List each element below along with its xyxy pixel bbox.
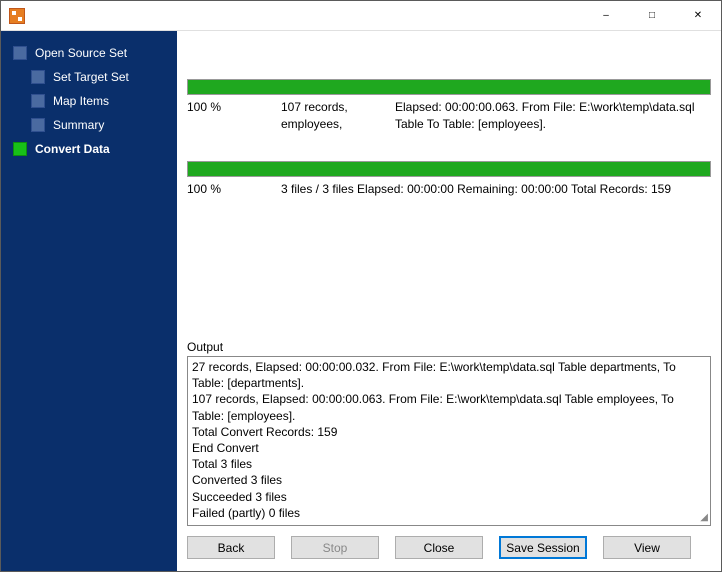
app-window: ‒ □ ✕ Open Source Set Set Target Set Map… [0,0,722,572]
nav-label: Map Items [53,94,109,108]
close-button[interactable]: Close [395,536,483,559]
output-line: Succeeded 3 files [192,489,702,505]
output-line: End Convert [192,440,702,456]
output-line: Total Convert Records: 159 [192,424,702,440]
total-progress-percent: 100 % [187,181,257,198]
step-box-icon [31,94,45,108]
step-box-icon [13,46,27,60]
wizard-sidebar: Open Source Set Set Target Set Map Items… [1,31,177,571]
nav-open-source-set[interactable]: Open Source Set [1,41,177,65]
total-progress-detail: 3 files / 3 files Elapsed: 00:00:00 Rema… [281,181,711,198]
output-content: 27 records, Elapsed: 00:00:00.032. From … [192,359,706,521]
body: Open Source Set Set Target Set Map Items… [1,31,721,571]
output-line: Converted 3 files [192,472,702,488]
back-button[interactable]: Back [187,536,275,559]
nav-label: Convert Data [35,142,110,156]
step-box-icon [31,118,45,132]
output-label: Output [187,340,711,354]
total-progress-bar [187,161,711,177]
app-icon [9,8,25,24]
close-window-button[interactable]: ✕ [675,1,721,31]
output-line: Total 3 files [192,456,702,472]
nav-map-items[interactable]: Map Items [1,89,177,113]
nav-set-target-set[interactable]: Set Target Set [1,65,177,89]
progress-area: 100 % 107 records, employees, Elapsed: 0… [187,39,711,340]
nav-convert-data[interactable]: Convert Data [1,137,177,161]
nav-label: Set Target Set [53,70,129,84]
resize-grip-icon[interactable]: ◢ [698,513,708,523]
view-button[interactable]: View [603,536,691,559]
nav-summary[interactable]: Summary [1,113,177,137]
output-line: 27 records, Elapsed: 00:00:00.032. From … [192,359,702,391]
file-progress-detail: Elapsed: 00:00:00.063. From File: E:\wor… [395,99,711,133]
step-box-icon [13,142,27,156]
file-progress-bar [187,79,711,95]
step-box-icon [31,70,45,84]
output-textarea[interactable]: 27 records, Elapsed: 00:00:00.032. From … [187,356,711,526]
main-panel: 100 % 107 records, employees, Elapsed: 0… [177,31,721,571]
nav-label: Open Source Set [35,46,127,60]
minimize-button[interactable]: ‒ [583,1,629,31]
stop-button: Stop [291,536,379,559]
nav-label: Summary [53,118,104,132]
save-session-button[interactable]: Save Session [499,536,587,559]
total-progress-info: 100 % 3 files / 3 files Elapsed: 00:00:0… [187,181,711,198]
output-line: Failed (partly) 0 files [192,505,702,521]
titlebar: ‒ □ ✕ [1,1,721,31]
file-progress-records: 107 records, employees, [281,99,371,133]
file-progress-info: 100 % 107 records, employees, Elapsed: 0… [187,99,711,133]
maximize-button[interactable]: □ [629,1,675,31]
output-line: 107 records, Elapsed: 00:00:00.063. From… [192,391,702,423]
file-progress-percent: 100 % [187,99,257,133]
button-row: Back Stop Close Save Session View [187,526,711,563]
